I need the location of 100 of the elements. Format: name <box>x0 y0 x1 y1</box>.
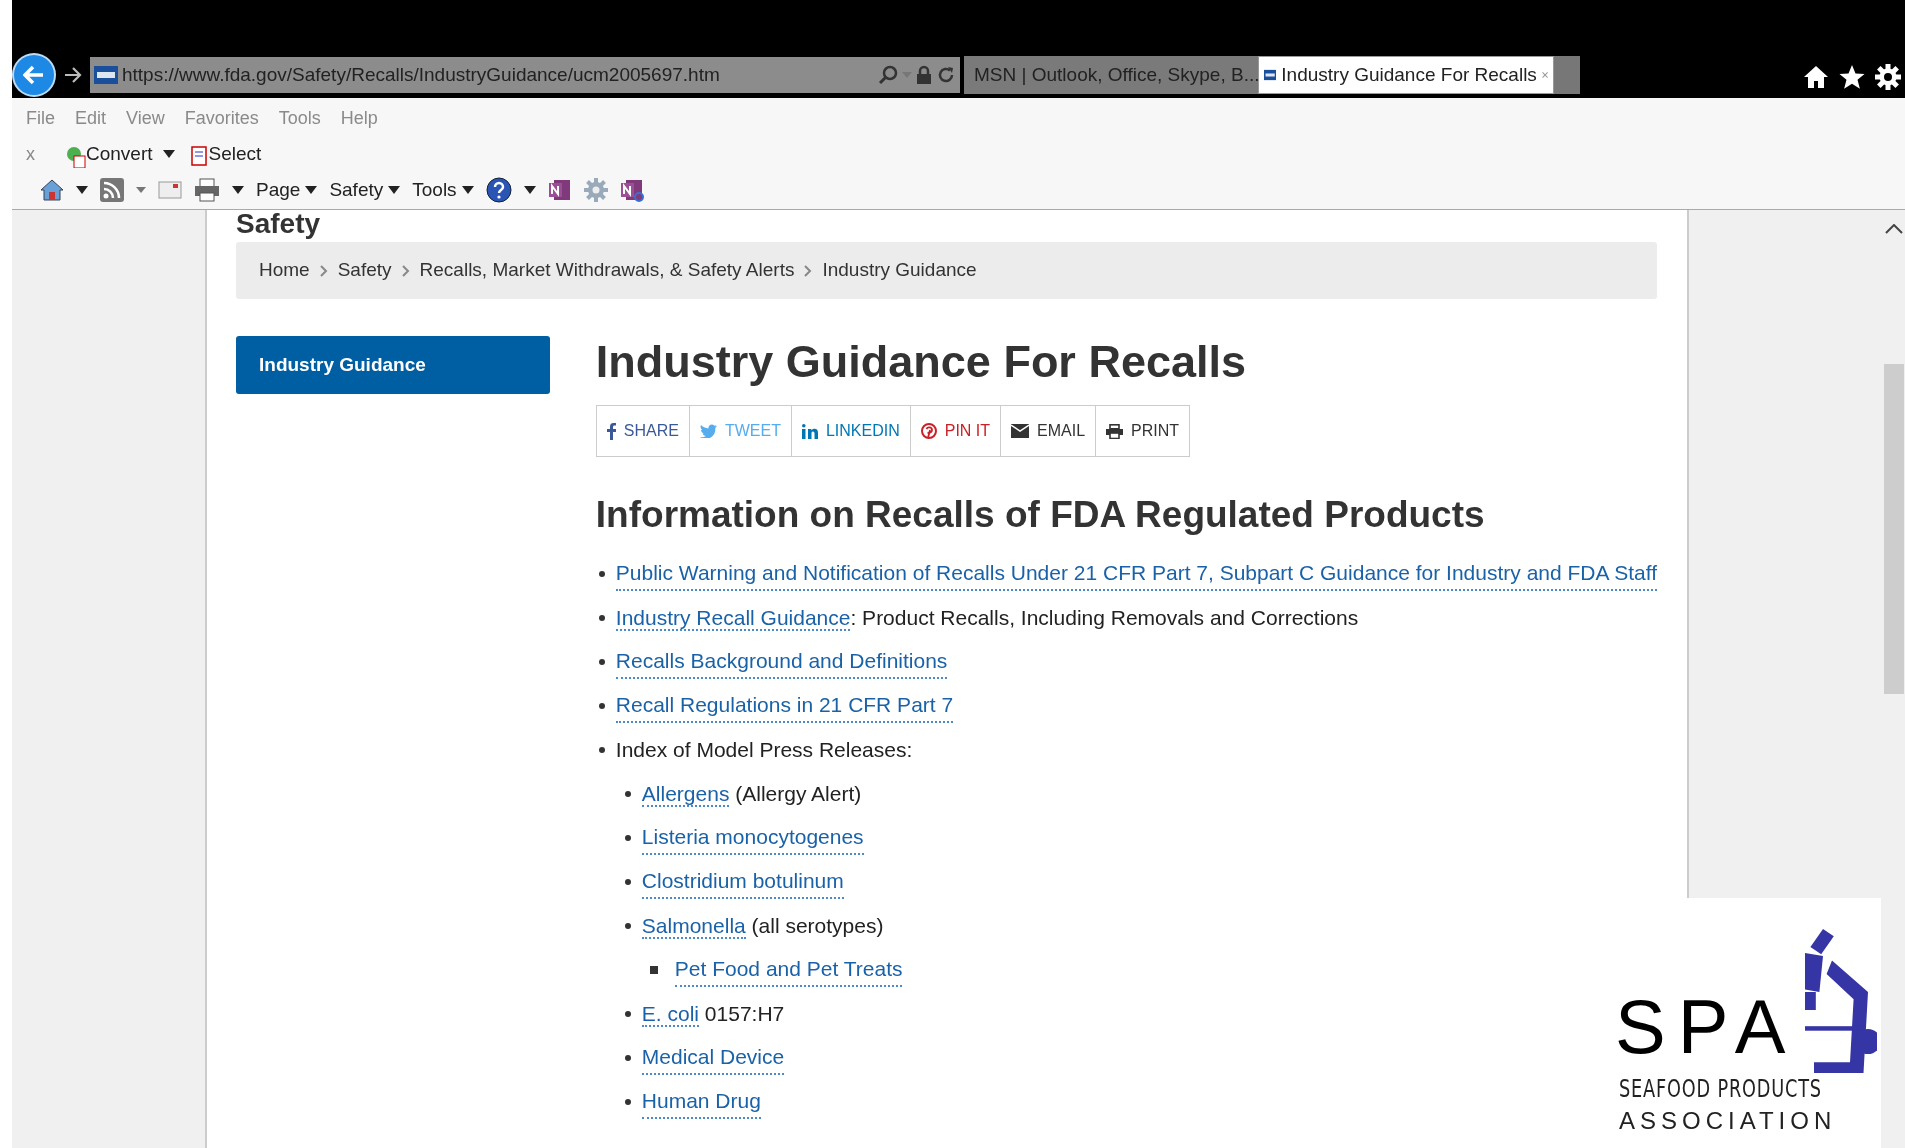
facebook-icon <box>606 422 616 440</box>
list-item-text: Salmonella (all serotypes) <box>641 913 884 942</box>
tab-title: Industry Guidance For Recalls <box>1281 62 1537 87</box>
breadcrumb-link[interactable]: Safety <box>337 256 392 285</box>
bullet-icon <box>624 835 631 841</box>
bullet-icon <box>624 1099 631 1105</box>
link[interactable]: Medical Device <box>641 1041 785 1075</box>
home-icon[interactable] <box>1803 65 1829 89</box>
settings-icon[interactable] <box>1875 64 1901 90</box>
logo-initials: SPA <box>1615 983 1798 1071</box>
star-icon[interactable] <box>1839 65 1865 89</box>
bullet-icon <box>624 879 631 885</box>
chevron-icon <box>804 264 813 277</box>
bullet-icon <box>598 615 605 621</box>
pin-icon <box>920 423 937 439</box>
list-item-text: Industry Recall Guidance: Product Recalls, Including Removals and Corrections <box>615 605 1359 634</box>
share-button[interactable]: PRINT <box>1095 406 1190 456</box>
printer-icon[interactable] <box>194 178 220 202</box>
search-icon[interactable] <box>878 65 898 85</box>
forward-arrow-icon[interactable] <box>64 67 82 83</box>
menu-item[interactable]: Tools <box>278 104 321 132</box>
bullet-icon <box>624 791 631 797</box>
share-button[interactable]: LINKEDIN <box>790 406 910 456</box>
sidebar-item[interactable]: Industry Guidance <box>236 336 550 394</box>
caret-icon[interactable] <box>232 186 244 194</box>
link[interactable]: Allergens <box>641 782 730 808</box>
envelope-icon <box>1011 424 1030 438</box>
chevron-icon <box>401 264 410 277</box>
link[interactable]: Industry Recall Guidance <box>615 606 851 632</box>
printer-icon <box>1106 423 1124 439</box>
browser-tab[interactable]: MSN | Outlook, Office, Skype, B... <box>964 56 1258 94</box>
page-title: Industry Guidance For Recalls <box>595 335 1247 389</box>
bullet-icon <box>598 703 605 709</box>
scroll-up-icon[interactable] <box>1885 224 1903 234</box>
bullet-icon <box>649 966 658 974</box>
menu-item[interactable]: File <box>26 104 55 132</box>
link[interactable]: Recalls Background and Definitions <box>615 645 948 679</box>
link[interactable]: Clostridium botulinum <box>641 865 844 899</box>
link[interactable]: Public Warning and Notification of Recalls Under 21 CFR Part 7, Subpart C Guidance for Industry and FDA Staff <box>615 557 1657 591</box>
linkedin-icon <box>801 423 818 439</box>
refresh-icon[interactable] <box>936 65 956 85</box>
link[interactable]: Human Drug <box>641 1085 761 1119</box>
caret-icon[interactable] <box>388 186 401 194</box>
chevron-icon <box>319 264 328 277</box>
select-button[interactable]: Select <box>190 139 262 169</box>
close-icon[interactable] <box>1541 69 1548 81</box>
caret-icon[interactable] <box>523 186 536 194</box>
link[interactable]: E. coli <box>641 1002 699 1028</box>
notebook-icon[interactable] <box>547 178 572 202</box>
back-arrow-icon[interactable] <box>23 65 45 85</box>
command-menu[interactable]: Safety <box>329 175 401 205</box>
breadcrumb-link[interactable]: Recalls, Market Withdrawals, & Safety Alerts <box>419 256 795 285</box>
caret-icon[interactable] <box>76 186 88 194</box>
command-menu[interactable]: Page <box>256 175 318 205</box>
bullet-icon <box>598 571 605 577</box>
bullet-icon <box>598 747 605 753</box>
section-title: Information on Recalls of FDA Regulated Products <box>595 493 1486 537</box>
browser-tab[interactable]: Industry Guidance For Recalls <box>1258 56 1554 94</box>
feed-icon[interactable] <box>100 178 124 202</box>
close-toolbar-button[interactable]: x <box>26 140 56 168</box>
convert-button[interactable]: Convert <box>66 139 153 169</box>
menu-item[interactable]: Favorites <box>184 104 259 132</box>
url-text: https://www.fda.gov/Safety/Recalls/IndustryGuidance/ucm2005697.htm <box>122 62 721 87</box>
help-icon[interactable] <box>485 177 512 203</box>
menu-item[interactable]: Edit <box>75 104 107 132</box>
list-item-text: Index of Model Press Releases: <box>615 737 913 764</box>
scrollbar-thumb[interactable] <box>1884 364 1904 694</box>
breadcrumb-link[interactable]: Industry Guidance <box>822 256 977 285</box>
caret-icon[interactable] <box>305 186 318 194</box>
link[interactable]: Salmonella <box>641 914 746 940</box>
command-menu[interactable]: Tools <box>412 175 474 205</box>
globe-pdf-icon <box>66 146 86 169</box>
menu-item[interactable]: Help <box>340 104 378 132</box>
bullet-icon <box>624 1055 631 1061</box>
lock-icon <box>916 65 932 85</box>
envelope-icon[interactable] <box>158 181 182 199</box>
address-bar[interactable]: https://www.fda.gov/Safety/Recalls/IndustryGuidance/ucm2005697.htm <box>90 57 960 93</box>
site-logo-icon <box>94 66 118 84</box>
link[interactable]: Listeria monocytogenes <box>641 821 864 855</box>
pdf-select-icon <box>190 146 209 169</box>
bullet-icon <box>598 659 605 665</box>
notebook-icon[interactable] <box>619 178 644 202</box>
menu-item[interactable]: View <box>126 104 165 132</box>
list-item-text: Allergens (Allergy Alert) <box>641 781 862 810</box>
section-heading: Safety <box>236 210 321 240</box>
bullet-icon <box>624 923 631 929</box>
back-button[interactable] <box>12 53 56 97</box>
list-item-text: E. coli 0157:H7 <box>641 1001 785 1030</box>
logo-name: SEAFOOD PRODUCTS <box>1619 1074 1822 1104</box>
caret-icon[interactable] <box>461 186 474 194</box>
caret-icon[interactable] <box>162 150 175 158</box>
bird-icon <box>699 424 717 438</box>
logo-name: ASSOCIATION <box>1619 1106 1837 1136</box>
link[interactable]: Pet Food and Pet Treats <box>674 953 903 987</box>
breadcrumb-link[interactable]: Home <box>259 256 310 285</box>
share-button[interactable]: PIN IT <box>909 406 1001 456</box>
share-button[interactable]: EMAIL <box>1000 406 1096 456</box>
link[interactable]: Recall Regulations in 21 CFR Part 7 <box>615 689 954 723</box>
tab-title: MSN | Outlook, Office, Skype, B... <box>974 62 1260 87</box>
share-button[interactable]: SHARE <box>596 406 689 456</box>
